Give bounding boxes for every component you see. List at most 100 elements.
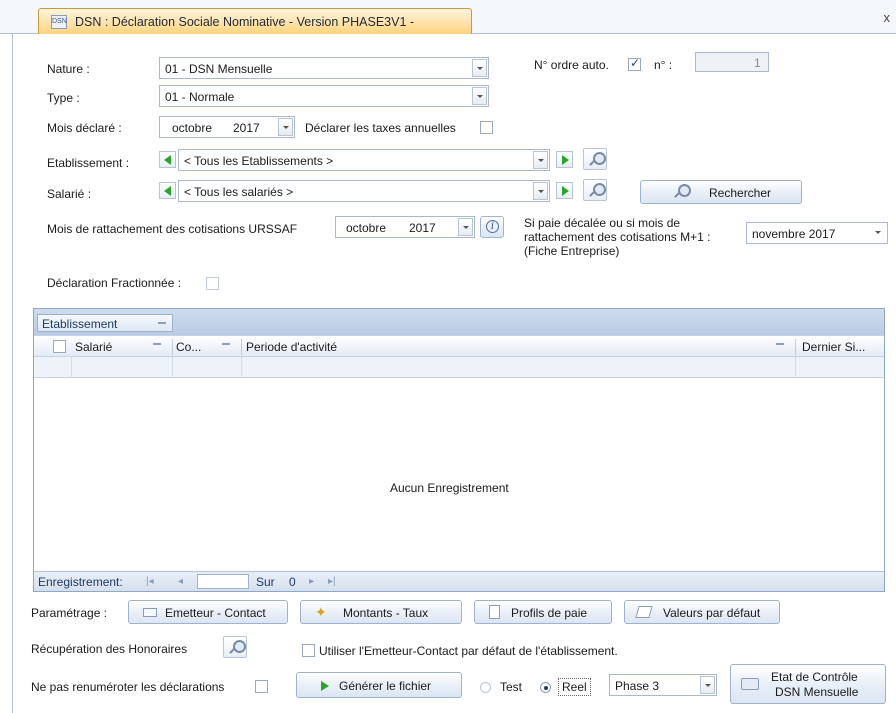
salarie-label: Salarié : — [47, 187, 92, 201]
coins-icon: ✦ — [315, 604, 327, 620]
navigator-of-label: Sur — [256, 575, 275, 589]
etablissement-value: < Tous les Etablissements > — [184, 154, 334, 168]
column-salarie[interactable]: Salarié — [75, 340, 112, 354]
rechercher-label: Rechercher — [709, 186, 772, 200]
etablissement-select[interactable]: < Tous les Etablissements > — [178, 149, 550, 171]
mois-declare-month: octobre — [172, 121, 213, 135]
previous-etablissement-button[interactable] — [159, 151, 176, 168]
etat-controle-button[interactable]: Etat de Contrôle DSN Mensuelle — [730, 664, 886, 704]
first-record-icon[interactable]: |◂ — [146, 575, 154, 589]
play-icon — [321, 681, 329, 691]
numero-field[interactable]: 1 — [695, 52, 769, 72]
chevron-down-icon[interactable] — [700, 676, 715, 694]
filter-row[interactable] — [34, 357, 884, 378]
test-radio[interactable] — [480, 682, 491, 693]
filter-separator — [172, 357, 173, 378]
etat-controle-line2: DSN Mensuelle — [775, 685, 859, 699]
salarie-select[interactable]: < Tous les salariés > — [178, 180, 550, 202]
last-record-icon[interactable]: ▸| — [328, 575, 336, 589]
document-tab-strip: DSN DSN : Déclaration Sociale Nominative… — [0, 0, 896, 35]
fractionnee-checkbox[interactable] — [206, 277, 219, 290]
sort-icon — [222, 343, 230, 345]
column-separator — [795, 339, 796, 355]
tab-title: DSN : Déclaration Sociale Nominative - V… — [75, 15, 415, 29]
rechercher-button[interactable]: Rechercher — [640, 180, 802, 204]
group-column-etablissement[interactable]: Etablissement — [37, 314, 173, 332]
column-separator — [241, 339, 242, 355]
profils-de-paie-label: Profils de paie — [511, 606, 588, 620]
valeurs-par-defaut-button[interactable]: Valeurs par défaut — [624, 600, 780, 624]
valeurs-par-defaut-label: Valeurs par défaut — [663, 606, 761, 620]
mois-declare-select[interactable]: octobre 2017 — [159, 116, 295, 138]
honoraires-search-icon[interactable] — [223, 636, 247, 658]
decalee-line1: Si paie décalée ou si mois de — [524, 216, 681, 230]
rattachement-month: octobre — [346, 221, 387, 235]
reel-radio[interactable] — [540, 682, 551, 693]
salarie-value: < Tous les salariés > — [184, 185, 294, 199]
declarations-grid[interactable]: Etablissement Salarié Co... Periode d'ac… — [33, 308, 885, 592]
record-number-input[interactable] — [197, 574, 249, 589]
previous-record-icon[interactable]: ◂ — [178, 575, 183, 589]
filter-separator — [71, 357, 72, 378]
emetteur-contact-button[interactable]: Emetteur - Contact — [128, 600, 288, 624]
parametrage-label: Paramétrage : — [31, 606, 108, 620]
select-all-checkbox[interactable] — [53, 340, 66, 353]
decalee-line2: rattachement des cotisations M+1 : — [524, 230, 711, 244]
chevron-down-icon[interactable] — [533, 151, 548, 169]
nature-select[interactable]: 01 - DSN Mensuelle — [159, 57, 489, 79]
printer-icon — [741, 678, 759, 690]
nature-label: Nature : — [47, 62, 90, 76]
type-value: 01 - Normale — [165, 90, 235, 104]
column-periode[interactable]: Periode d'activité — [246, 340, 337, 354]
renumeroter-checkbox[interactable] — [255, 680, 268, 693]
info-button[interactable]: i — [480, 216, 504, 238]
sort-icon — [158, 322, 166, 324]
phase-value: Phase 3 — [615, 679, 660, 693]
etablissement-label: Etablissement : — [47, 156, 130, 170]
search-salarie-icon[interactable] — [583, 179, 607, 201]
chevron-down-icon[interactable] — [472, 59, 487, 77]
utiliser-emetteur-checkbox[interactable] — [302, 644, 315, 657]
montants-taux-button[interactable]: ✦ Montants - Taux — [300, 600, 462, 624]
decalee-select[interactable]: novembre 2017 — [746, 222, 888, 244]
chevron-down-icon[interactable] — [533, 182, 548, 200]
close-icon[interactable]: x — [884, 10, 891, 25]
reel-label: Reel — [558, 678, 591, 696]
grid-navigator: Enregistrement: |◂ ◂ Sur 0 ▸ ▸| — [34, 571, 884, 591]
next-etablissement-button[interactable] — [556, 151, 573, 168]
test-label: Test — [500, 680, 523, 694]
profils-de-paie-button[interactable]: Profils de paie — [474, 600, 612, 624]
chevron-down-icon[interactable] — [871, 224, 886, 242]
next-record-icon[interactable]: ▸ — [309, 575, 314, 589]
column-code[interactable]: Co... — [176, 340, 201, 354]
ordre-auto-checkbox[interactable] — [628, 56, 641, 71]
emetteur-contact-label: Emetteur - Contact — [165, 606, 266, 620]
montants-taux-label: Montants - Taux — [343, 606, 429, 620]
group-panel: Etablissement — [34, 309, 884, 335]
filter-separator — [795, 357, 796, 378]
filter-separator — [241, 357, 242, 378]
phase-select[interactable]: Phase 3 — [609, 674, 717, 696]
mois-declare-year: 2017 — [233, 121, 260, 135]
next-salarie-button[interactable] — [556, 182, 573, 199]
ordre-auto-label: N° ordre auto. — [534, 58, 609, 72]
chevron-down-icon[interactable] — [458, 218, 473, 236]
renumeroter-label: Ne pas renuméroter les déclarations — [31, 680, 225, 694]
mois-declare-label: Mois déclaré : — [47, 121, 122, 135]
taxes-annuelles-checkbox[interactable] — [480, 121, 493, 134]
rattachement-select[interactable]: octobre 2017 — [335, 216, 475, 238]
previous-salarie-button[interactable] — [159, 182, 176, 199]
search-etablissement-icon[interactable] — [583, 148, 607, 170]
rattachement-year: 2017 — [409, 221, 436, 235]
chevron-down-icon[interactable] — [472, 87, 487, 105]
dsn-icon: DSN — [51, 15, 67, 29]
generer-fichier-button[interactable]: Générer le fichier — [296, 672, 462, 698]
tab-dsn[interactable]: DSN DSN : Déclaration Sociale Nominative… — [38, 8, 472, 35]
decalee-value: novembre 2017 — [752, 227, 836, 241]
numero-value: 1 — [754, 56, 761, 70]
navigator-label: Enregistrement: — [38, 575, 123, 589]
column-dernier[interactable]: Dernier Si... — [802, 340, 865, 354]
type-select[interactable]: 01 - Normale — [159, 85, 489, 107]
chevron-down-icon[interactable] — [278, 118, 293, 136]
page-icon — [635, 606, 653, 618]
